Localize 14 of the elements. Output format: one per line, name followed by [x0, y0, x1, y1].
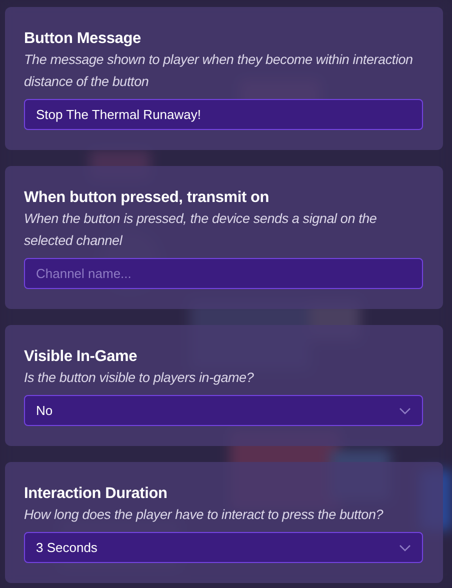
setting-title: Interaction Duration [24, 484, 168, 504]
text-field[interactable]: Stop The Thermal Runaway! [24, 99, 423, 130]
chevron-down-icon [399, 544, 411, 552]
setting-description: Is the button visible to players in-game? [24, 369, 255, 387]
text-field[interactable]: Channel name... [24, 258, 423, 289]
dropdown[interactable]: 3 Seconds [24, 532, 423, 563]
setting-title: Visible In-Game [24, 347, 138, 367]
setting-description: When the button is pressed, the device sends a signal on the selected channel [24, 210, 378, 250]
chevron-down-icon [399, 406, 411, 414]
dropdown[interactable]: No [24, 395, 423, 426]
setting-description: How long does the player have to interact to press the button? [24, 506, 384, 524]
setting-title: When button pressed, transmit on [24, 188, 270, 208]
setting-description: The message shown to player when they become within interaction distance of the button [24, 51, 414, 91]
setting-title: Button Message [24, 29, 142, 49]
